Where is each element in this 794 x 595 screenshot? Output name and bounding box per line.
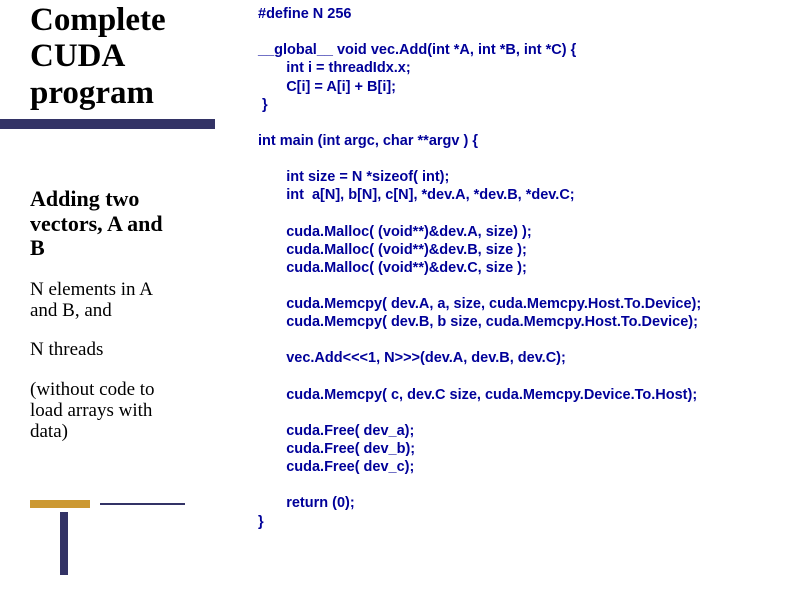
p2-text: N threads [30,339,103,360]
p3-line-1: (without code to [30,379,155,400]
subhead-line-1: Adding two [30,186,139,211]
code-line: int main (int argc, char **argv ) { [258,133,478,149]
p1-line-2: and B, and [30,300,112,321]
subhead-line-3: B [30,235,45,260]
code-line: int size = N *sizeof( int); [258,169,449,185]
code-line: vec.Add<<<1, N>>>(dev.A, dev.B, dev.C); [258,350,566,366]
subheading: Adding two vectors, A and B [30,187,240,261]
code-line: __global__ void vec.Add(int *A, int *B, … [258,42,576,58]
title-line-2: CUDA [30,38,125,74]
paragraph-1: N elements in A and B, and [30,279,240,322]
title-line-3: program [30,75,154,111]
p1-line-1: N elements in A [30,279,153,300]
code-line: cuda.Free( dev_a); [258,423,414,439]
code-line: } [258,514,264,530]
slide-title: Complete CUDA program [30,2,240,111]
code-line: cuda.Memcpy( dev.B, b size, cuda.Memcpy.… [258,314,698,330]
code-line: return (0); [258,495,355,511]
paragraph-2: N threads [30,339,240,360]
thin-line-icon [100,503,185,505]
p3-line-3: data) [30,421,68,442]
code-line: cuda.Malloc( (void**)&dev.A, size) ); [258,224,532,240]
code-line: int i = threadIdx.x; [258,60,411,76]
code-line: #define N 256 [258,6,352,22]
code-line: } [258,97,268,113]
gold-bar-icon [30,500,90,508]
p3-line-2: load arrays with [30,400,152,421]
title-underline [0,119,215,129]
title-line-1: Complete [30,2,166,38]
code-line: cuda.Free( dev_b); [258,441,415,457]
subhead-line-2: vectors, A and [30,211,163,236]
code-line: cuda.Memcpy( dev.A, a, size, cuda.Memcpy… [258,296,701,312]
vertical-bar-icon [60,512,68,575]
paragraph-3: (without code to load arrays with data) [30,379,240,443]
code-line: cuda.Memcpy( c, dev.C size, cuda.Memcpy.… [258,387,697,403]
code-line: int a[N], b[N], c[N], *dev.A, *dev.B, *d… [258,187,575,203]
code-block: #define N 256 __global__ void vec.Add(in… [258,5,788,531]
code-line: C[i] = A[i] + B[i]; [258,79,396,95]
code-line: cuda.Free( dev_c); [258,459,414,475]
code-line: cuda.Malloc( (void**)&dev.C, size ); [258,260,527,276]
left-column: Complete CUDA program Adding two vectors… [30,2,240,442]
code-line: cuda.Malloc( (void**)&dev.B, size ); [258,242,527,258]
